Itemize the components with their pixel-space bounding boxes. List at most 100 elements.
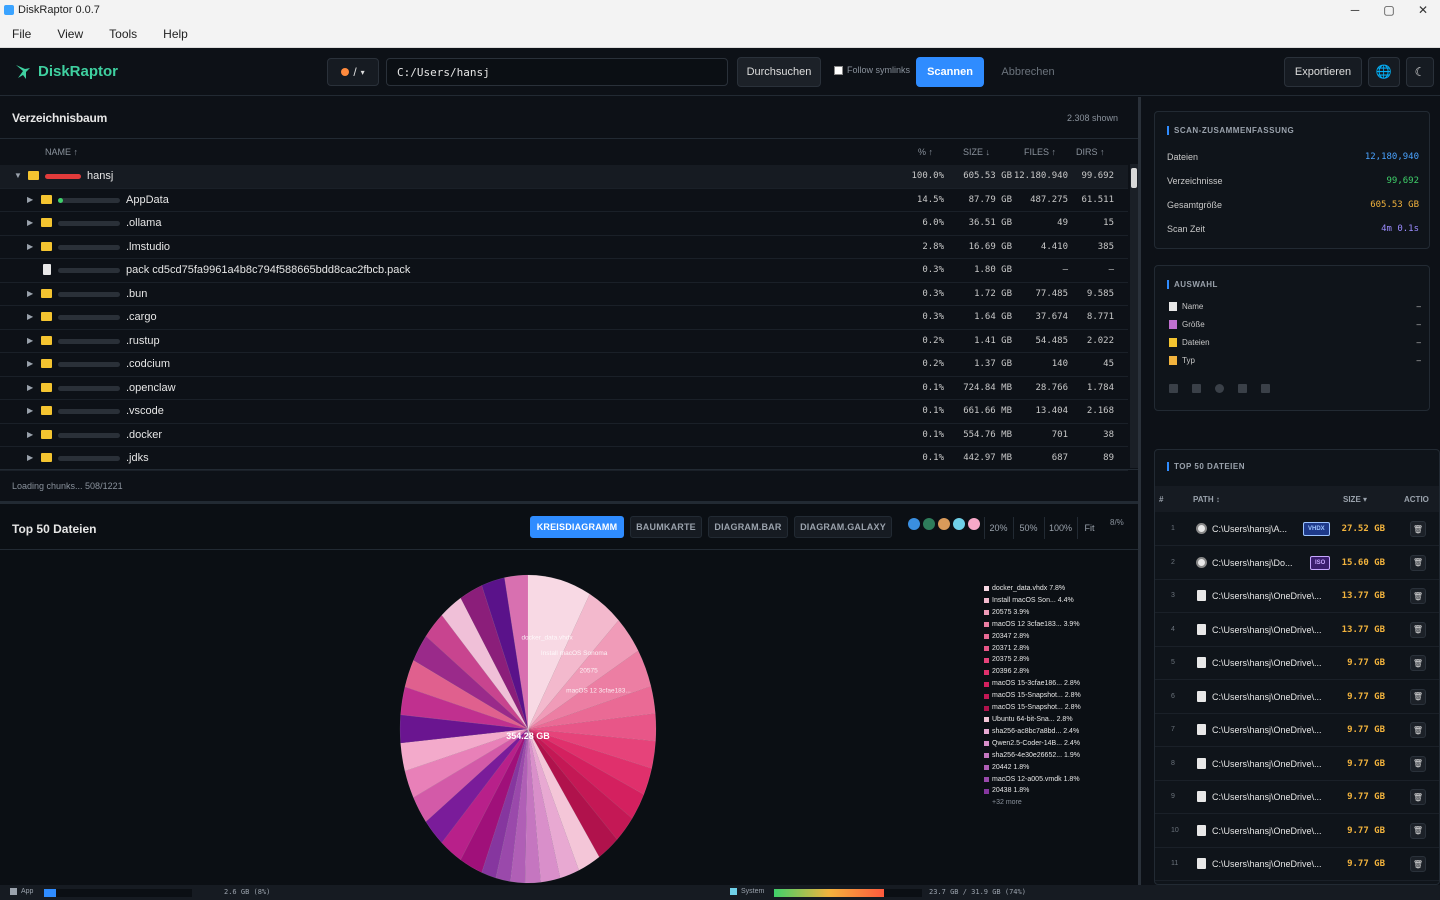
delete-button[interactable]: 🗑: [1410, 655, 1426, 671]
drive-select[interactable]: / ▾: [327, 58, 379, 86]
legend-item[interactable]: 20375 2.8%: [984, 654, 1081, 666]
top-file-row[interactable]: 7 C:\Users\hansj\OneDrive\... 9.77 GB 🗑: [1155, 714, 1439, 747]
palette-swatch-4[interactable]: [953, 518, 965, 530]
menu-file[interactable]: File: [0, 27, 45, 41]
palette-swatch-3[interactable]: [938, 518, 950, 530]
document-icon[interactable]: [1238, 384, 1247, 393]
legend-item[interactable]: Install macOS Son... 4.4%: [984, 595, 1081, 607]
follow-symlinks-toggle[interactable]: Follow symlinks: [834, 65, 910, 75]
delete-button[interactable]: 🗑: [1410, 822, 1426, 839]
top-file-row[interactable]: 1 C:\Users\hansj\A... VHDX 27.52 GB 🗑: [1155, 513, 1439, 546]
top-file-row[interactable]: 9 C:\Users\hansj\OneDrive\... 9.77 GB 🗑: [1155, 781, 1439, 814]
legend-item[interactable]: macOS 12-a005.vmdk 1.8%: [984, 774, 1081, 786]
menu-view[interactable]: View: [45, 27, 97, 41]
chevron-right-icon[interactable]: ▶: [27, 218, 33, 227]
tree-row[interactable]: ▶ .ollama 6.0% 36.51 GB 49 15: [0, 212, 1128, 236]
legend-item[interactable]: 20371 2.8%: [984, 643, 1081, 655]
abort-button[interactable]: Abbrechen: [992, 57, 1064, 87]
legend-item[interactable]: macOS 12 3cfae183... 3.9%: [984, 619, 1081, 631]
copy-icon[interactable]: [1192, 384, 1201, 393]
chevron-right-icon[interactable]: ▶: [27, 336, 33, 345]
top-file-row[interactable]: 5 C:\Users\hansj\OneDrive\... 9.77 GB 🗑: [1155, 647, 1439, 680]
col-files[interactable]: FILES ↑: [1024, 147, 1056, 157]
legend-item[interactable]: Ubuntu 64-bit-Sna... 2.8%: [984, 714, 1081, 726]
delete-button[interactable]: 🗑: [1410, 856, 1426, 872]
top-file-row[interactable]: 8 C:\Users\hansj\OneDrive\... 9.77 GB 🗑: [1155, 748, 1439, 781]
legend-item[interactable]: macOS 15-Snapshot... 2.8%: [984, 690, 1081, 702]
trash-icon[interactable]: [1261, 384, 1270, 393]
tab-galaxy[interactable]: DIAGRAM.GALAXY: [794, 516, 892, 538]
tree-row[interactable]: ▶ .docker 0.1% 554.76 MB 701 38: [0, 424, 1128, 447]
col-size[interactable]: SIZE ↓: [963, 147, 990, 157]
legend-item[interactable]: 20575 3.9%: [984, 607, 1081, 619]
tab-bar[interactable]: DIAGRAM.BAR: [708, 516, 788, 538]
top-file-row[interactable]: 3 C:\Users\hansj\OneDrive\... 13.77 GB 🗑: [1155, 580, 1439, 613]
top-file-row[interactable]: 4 C:\Users\hansj\OneDrive\... 13.77 GB 🗑: [1155, 614, 1439, 647]
delete-button[interactable]: 🗑: [1410, 755, 1426, 772]
settings-icon[interactable]: [1215, 384, 1224, 393]
delete-button[interactable]: 🗑: [1410, 521, 1426, 537]
panel-splitter[interactable]: [1138, 97, 1141, 885]
legend-item[interactable]: macOS 15-Snapshot... 2.8%: [984, 702, 1081, 714]
tree-row[interactable]: ▶ .codcium 0.2% 1.37 GB 140 45: [0, 353, 1128, 377]
delete-button[interactable]: 🗑: [1410, 554, 1426, 571]
top-file-row[interactable]: 11 C:\Users\hansj\OneDrive\... 9.77 GB 🗑: [1155, 848, 1439, 881]
tree-row[interactable]: ▶ .vscode 0.1% 661.66 MB 13.404 2.168: [0, 400, 1128, 424]
tree-row[interactable]: ▶ .jdks 0.1% 442.97 MB 687 89: [0, 447, 1128, 471]
legend-item[interactable]: 20438 1.8%: [984, 785, 1081, 797]
menu-help[interactable]: Help: [151, 27, 202, 41]
delete-button[interactable]: 🗑: [1410, 688, 1426, 705]
theme-toggle-button[interactable]: ☾: [1406, 57, 1434, 87]
delete-button[interactable]: 🗑: [1410, 588, 1426, 604]
tree-row[interactable]: ▶ AppData 14.5% 87.79 GB 487.275 61.511: [0, 189, 1128, 212]
palette-swatch-5[interactable]: [968, 518, 980, 530]
col-dirs[interactable]: DIRS ↑: [1076, 147, 1105, 157]
col-name[interactable]: NAME ↑: [45, 147, 78, 157]
legend-item[interactable]: docker_data.vhdx 7.8%: [984, 583, 1081, 595]
legend-more[interactable]: +32 more: [984, 797, 1081, 809]
tree-scrollbar-thumb[interactable]: [1131, 168, 1137, 188]
delete-button[interactable]: 🗑: [1410, 789, 1426, 805]
chevron-right-icon[interactable]: ▶: [27, 430, 33, 439]
legend-item[interactable]: macOS 15-3cfae186... 2.8%: [984, 678, 1081, 690]
path-input[interactable]: [386, 58, 728, 86]
col-num[interactable]: #: [1159, 495, 1163, 504]
menu-tools[interactable]: Tools: [97, 27, 151, 41]
top-file-row[interactable]: 6 C:\Users\hansj\OneDrive\... 9.77 GB 🗑: [1155, 681, 1439, 714]
legend-item[interactable]: 20396 2.8%: [984, 666, 1081, 678]
tab-pie[interactable]: KREISDIAGRAMM: [530, 516, 624, 538]
minimize-button[interactable]: ─: [1338, 0, 1372, 20]
chevron-right-icon[interactable]: ▶: [27, 383, 33, 392]
legend-item[interactable]: Qwen2.5-Coder-14B... 2.4%: [984, 738, 1081, 750]
close-button[interactable]: ✕: [1406, 0, 1440, 20]
tree-row[interactable]: ▶ .rustup 0.2% 1.41 GB 54.485 2.022: [0, 330, 1128, 353]
chevron-right-icon[interactable]: ▶: [27, 242, 33, 251]
col-path[interactable]: PATH ↕: [1193, 495, 1220, 504]
tree-row[interactable]: pack cd5cd75fa9961a4b8c794f588665bdd8cac…: [0, 259, 1128, 283]
tree-row[interactable]: ▼ hansj 100.0% 605.53 GB 12.180.940 99.692: [0, 165, 1128, 189]
maximize-button[interactable]: ▢: [1372, 0, 1406, 20]
tree-row[interactable]: ▶ .cargo 0.3% 1.64 GB 37.674 8.771: [0, 306, 1128, 330]
top-file-row[interactable]: 2 C:\Users\hansj\Do... ISO 15.60 GB 🗑: [1155, 547, 1439, 580]
chevron-right-icon[interactable]: ▶: [27, 312, 33, 321]
tree-row[interactable]: ▶ .lmstudio 2.8% 16.69 GB 4.410 385: [0, 236, 1128, 259]
browse-button[interactable]: Durchsuchen: [737, 57, 821, 87]
tree-scrollbar[interactable]: [1130, 164, 1138, 468]
legend-item[interactable]: sha256-4e30e26652... 1.9%: [984, 750, 1081, 762]
export-button[interactable]: Exportieren: [1284, 57, 1362, 87]
open-folder-icon[interactable]: [1169, 384, 1178, 393]
chevron-right-icon[interactable]: ▶: [27, 406, 33, 415]
delete-button[interactable]: 🗑: [1410, 722, 1426, 738]
zoom-20[interactable]: 20%: [984, 517, 1012, 539]
zoom-50[interactable]: 50%: [1013, 517, 1043, 539]
chevron-right-icon[interactable]: ▶: [27, 289, 33, 298]
tab-treemap[interactable]: BAUMKARTE: [630, 516, 702, 538]
top-file-row[interactable]: 10 C:\Users\hansj\OneDrive\... 9.77 GB 🗑: [1155, 815, 1439, 848]
scan-button[interactable]: Scannen: [916, 57, 984, 87]
zoom-100[interactable]: 100%: [1044, 517, 1076, 539]
tree-row[interactable]: ▶ .openclaw 0.1% 724.84 MB 28.766 1.784: [0, 377, 1128, 400]
legend-item[interactable]: sha256-ac8bc7a8bd... 2.4%: [984, 726, 1081, 738]
chevron-right-icon[interactable]: ▶: [27, 453, 33, 462]
language-button[interactable]: 🌐: [1368, 57, 1400, 87]
zoom-fit[interactable]: Fit: [1077, 517, 1101, 539]
